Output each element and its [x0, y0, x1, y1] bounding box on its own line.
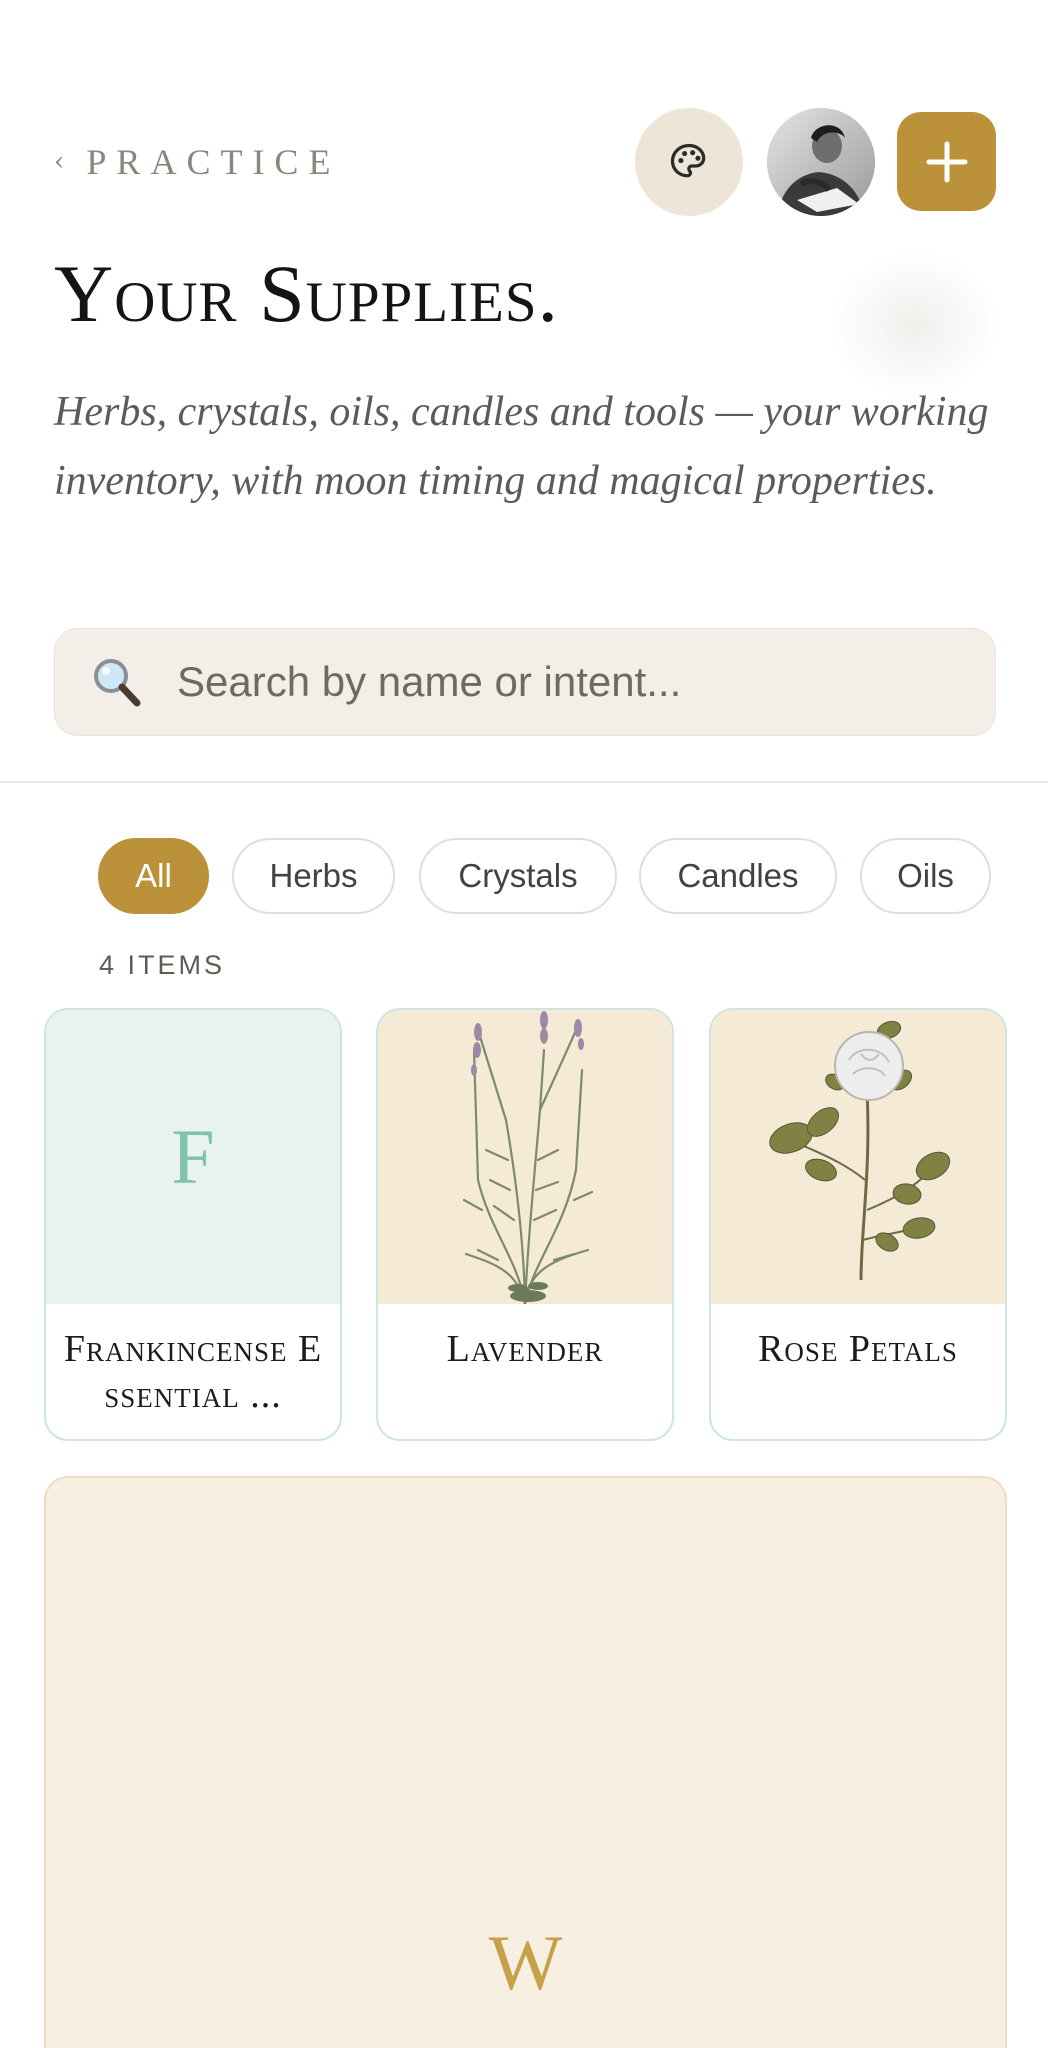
filter-chip-herbs[interactable]: Herbs [232, 838, 395, 914]
lavender-illustration [378, 1010, 672, 1304]
card-thumbnail: F [46, 1010, 340, 1304]
palette-icon [670, 143, 706, 178]
section-divider [0, 781, 1048, 783]
back-link-label: PRACTICE [86, 142, 341, 182]
item-count: 4 ITEMS [99, 950, 226, 980]
page-subtitle: Herbs, crystals, oils, candles and tools… [54, 389, 989, 504]
supply-card-frankincense[interactable]: F Frankincense Essential ... [44, 1008, 342, 1441]
search-bar[interactable] [54, 628, 996, 736]
theme-palette-button[interactable] [635, 108, 743, 216]
filter-chip-crystals[interactable]: Crystals [419, 838, 617, 914]
filter-chip-oils[interactable]: Oils [860, 838, 991, 914]
add-supply-button[interactable] [897, 112, 996, 211]
page-title: Your Supplies. [54, 248, 560, 339]
filter-chip-candles[interactable]: Candles [639, 838, 837, 914]
card-thumbnail [711, 1010, 1005, 1304]
rose-illustration [711, 1010, 1005, 1304]
card-title: Rose Petals [758, 1328, 958, 1370]
supply-card-rose-petals[interactable]: Rose Petals [709, 1008, 1007, 1441]
card-title: Frankincense Essential ... [63, 1328, 323, 1416]
avatar-photo [767, 108, 875, 216]
supplies-screen: ‹ PRACTICE Your Supplies. Herbs, crystal… [0, 0, 1048, 2048]
plus-icon [926, 141, 967, 182]
card-thumbnail [378, 1010, 672, 1304]
chevron-left-icon: ‹ [54, 147, 65, 177]
avatar[interactable] [767, 108, 875, 216]
card-initial-letter: W [488, 1919, 563, 2006]
supply-card-wide[interactable]: W [44, 1476, 1007, 2048]
filter-chip-all[interactable]: All [98, 838, 209, 914]
back-to-practice-link[interactable]: ‹ PRACTICE [54, 138, 340, 186]
card-title: Lavender [446, 1328, 604, 1370]
card-initial-letter: F [171, 1113, 215, 1200]
search-input[interactable] [175, 651, 939, 713]
supply-card-lavender[interactable]: Lavender [376, 1008, 674, 1441]
search-icon [94, 659, 141, 707]
